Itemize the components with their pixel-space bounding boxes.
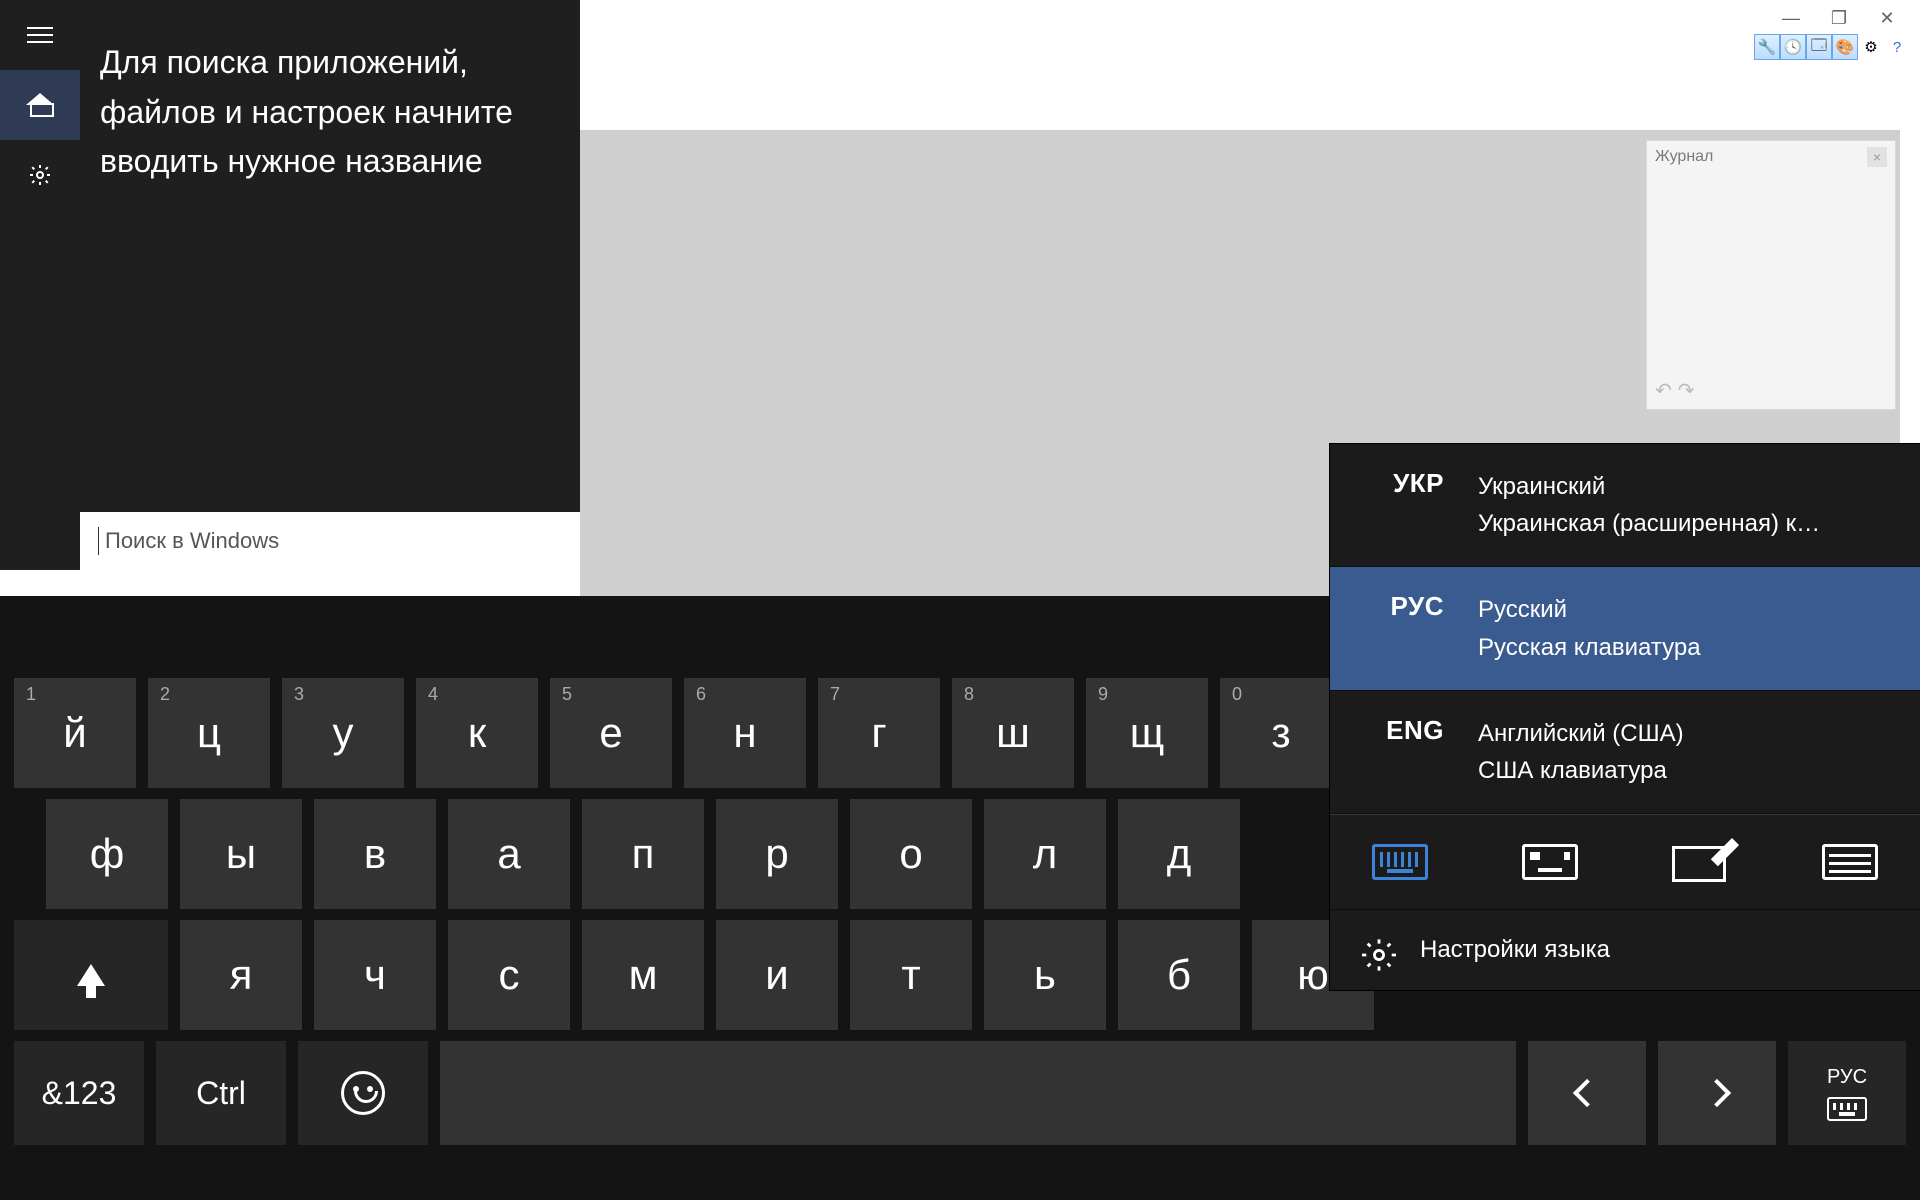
home-button[interactable] — [0, 70, 80, 140]
key-я[interactable]: я — [180, 920, 302, 1030]
handwriting-icon — [1672, 842, 1728, 882]
current-lang-label: РУС — [1827, 1066, 1867, 1089]
language-settings-label: Настройки языка — [1420, 936, 1610, 964]
history-panel: Журнал × ↶ ↷ — [1646, 140, 1896, 410]
close-button[interactable]: ✕ — [1876, 8, 1898, 29]
key-р[interactable]: р — [716, 799, 838, 909]
window-controls: — ❐ ✕ — [1758, 0, 1920, 37]
keyboard-options-key[interactable]: РУС — [1788, 1041, 1906, 1145]
keyboard-icon — [1827, 1097, 1867, 1121]
lang-code: РУС — [1362, 591, 1444, 622]
search-placeholder: Поиск в Windows — [105, 528, 279, 554]
layout-standard[interactable] — [1364, 839, 1436, 885]
language-picker: УКР УкраинскийУкраинская (расширенная) к…… — [1330, 444, 1920, 990]
layout-split[interactable] — [1514, 839, 1586, 885]
key-з[interactable]: 0з — [1220, 678, 1342, 788]
layout-full[interactable] — [1814, 839, 1886, 885]
key-ч[interactable]: ч — [314, 920, 436, 1030]
key-ы[interactable]: ы — [180, 799, 302, 909]
shift-key[interactable] — [14, 920, 168, 1030]
emoji-key[interactable] — [298, 1041, 428, 1145]
smile-icon — [341, 1071, 385, 1115]
key-ь[interactable]: ь — [984, 920, 1106, 1030]
key-г[interactable]: 7г — [818, 678, 940, 788]
keyboard-split-icon — [1522, 844, 1578, 880]
settings-button[interactable] — [0, 140, 80, 210]
key-м[interactable]: м — [582, 920, 704, 1030]
key-ш[interactable]: 8ш — [952, 678, 1074, 788]
key-ц[interactable]: 2ц — [148, 678, 270, 788]
lang-item-укр[interactable]: УКР УкраинскийУкраинская (расширенная) к… — [1330, 444, 1920, 567]
redo-icon[interactable]: ↷ — [1678, 378, 1695, 403]
ctrl-key[interactable]: Ctrl — [156, 1041, 286, 1145]
key-п[interactable]: п — [582, 799, 704, 909]
key-у[interactable]: 3у — [282, 678, 404, 788]
key-й[interactable]: 1й — [14, 678, 136, 788]
language-settings[interactable]: Настройки языка — [1330, 910, 1920, 990]
clock-icon[interactable]: 🕓 — [1780, 34, 1806, 60]
space-key[interactable] — [440, 1041, 1516, 1145]
key-и[interactable]: и — [716, 920, 838, 1030]
key-а[interactable]: а — [448, 799, 570, 909]
gear-icon — [28, 163, 52, 187]
key-б[interactable]: б — [1118, 920, 1240, 1030]
lang-code: УКР — [1362, 468, 1444, 499]
search-hint: Для поиска приложений, файлов и настроек… — [80, 0, 580, 187]
history-close-icon[interactable]: × — [1867, 147, 1887, 167]
menu-button[interactable] — [0, 0, 80, 70]
hamburger-icon — [27, 27, 53, 43]
key-н[interactable]: 6н — [684, 678, 806, 788]
keyboard-layout-row — [1330, 814, 1920, 910]
symnum-key[interactable]: &123 — [14, 1041, 144, 1145]
key-в[interactable]: в — [314, 799, 436, 909]
keyboard-standard-icon — [1372, 844, 1428, 880]
maximize-button[interactable]: ❐ — [1828, 8, 1850, 29]
key-е[interactable]: 5е — [550, 678, 672, 788]
tool-icon[interactable]: 🔧 — [1754, 34, 1780, 60]
help-icon[interactable]: ? — [1884, 34, 1910, 60]
color-icon[interactable]: 🎨 — [1832, 34, 1858, 60]
cursor-right-key[interactable] — [1658, 1041, 1776, 1145]
minimize-button[interactable]: — — [1780, 8, 1802, 29]
key-д[interactable]: д — [1118, 799, 1240, 909]
layout-handwriting[interactable] — [1664, 839, 1736, 885]
key-щ[interactable]: 9щ — [1086, 678, 1208, 788]
key-л[interactable]: л — [984, 799, 1106, 909]
gear-icon — [1362, 938, 1386, 962]
lang-text: УкраинскийУкраинская (расширенная) к… — [1478, 468, 1820, 542]
search-sidebar — [0, 0, 80, 570]
key-к[interactable]: 4к — [416, 678, 538, 788]
search-input[interactable]: Поиск в Windows — [80, 512, 580, 570]
lang-item-eng[interactable]: ENG Английский (США)США клавиатура — [1330, 691, 1920, 814]
gear-icon[interactable]: ⚙ — [1858, 34, 1884, 60]
app-toolbar: 🔧 🕓 🗔 🎨 ⚙ ? — [1754, 34, 1910, 60]
key-с[interactable]: с — [448, 920, 570, 1030]
undo-icon[interactable]: ↶ — [1655, 378, 1672, 403]
shift-icon — [77, 964, 105, 986]
chevron-left-icon — [1573, 1079, 1601, 1107]
lang-text: РусскийРусская клавиатура — [1478, 591, 1701, 665]
lang-item-рус[interactable]: РУС РусскийРусская клавиатура — [1330, 567, 1920, 690]
cursor-left-key[interactable] — [1528, 1041, 1646, 1145]
lang-text: Английский (США)США клавиатура — [1478, 715, 1684, 789]
chevron-right-icon — [1703, 1079, 1731, 1107]
lang-code: ENG — [1362, 715, 1444, 746]
key-ф[interactable]: ф — [46, 799, 168, 909]
key-о[interactable]: о — [850, 799, 972, 909]
home-icon — [28, 93, 52, 117]
key-т[interactable]: т — [850, 920, 972, 1030]
search-panel: Для поиска приложений, файлов и настроек… — [0, 0, 580, 570]
keyboard-full-icon — [1822, 844, 1878, 880]
window-icon[interactable]: 🗔 — [1806, 34, 1832, 60]
history-title: Журнал — [1655, 148, 1713, 166]
